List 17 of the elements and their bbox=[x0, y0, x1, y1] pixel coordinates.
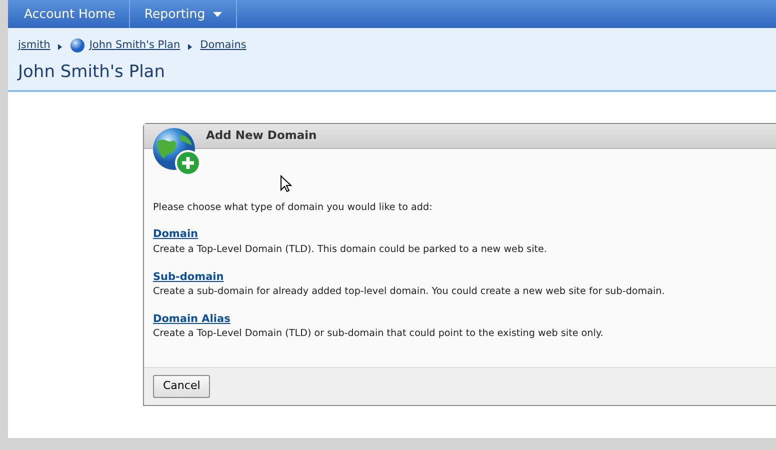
breadcrumb-link[interactable]: jsmith bbox=[18, 38, 50, 54]
option-link[interactable]: Domain Alias bbox=[153, 312, 230, 325]
option-link[interactable]: Domain bbox=[153, 228, 198, 240]
breadcrumb-link[interactable]: Domains bbox=[200, 38, 246, 54]
page-title: John Smith's Plan bbox=[18, 60, 166, 84]
prompt-text: Please choose what type of domain you would like to add: bbox=[153, 201, 434, 215]
option-description: Create a Top-Level Domain (TLD). This domain could be parked to a new web site. bbox=[153, 243, 548, 258]
dialog-title: Add New Domain bbox=[206, 127, 317, 144]
option-description: Create a Top-Level Domain (TLD) or sub-domain that could point to the existing web site only. bbox=[153, 327, 604, 342]
cancel-button[interactable]: Cancel bbox=[153, 375, 210, 398]
option-link[interactable]: Sub-domain bbox=[153, 270, 224, 283]
cursor-icon bbox=[280, 175, 292, 193]
option-description: Create a sub-domain for already added top-level domain. You could create a new web site for sub-domain. bbox=[153, 285, 666, 300]
separator-arrow-icon bbox=[58, 44, 62, 50]
breadcrumb-link[interactable]: John Smith's Plan bbox=[89, 38, 180, 54]
separator-arrow-icon bbox=[188, 44, 192, 50]
globe-add-icon bbox=[152, 127, 202, 177]
